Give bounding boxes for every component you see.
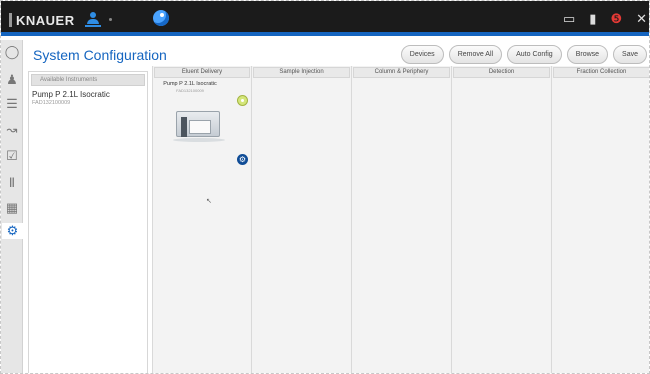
page-title: System Configuration — [33, 47, 167, 63]
left-rail: ◯ ♟ ☰ ↝ ☑ Ⅱ ▦ ⚙ — [1, 40, 23, 373]
monitor-icon[interactable]: ▭ — [563, 12, 575, 26]
report-icon[interactable]: ▦ — [4, 200, 20, 216]
accent-stripe — [1, 32, 649, 36]
device-name: Pump P 2.1L Isocratic — [163, 81, 217, 87]
toolbar: Devices Remove All Auto Config Browse Sa… — [400, 45, 647, 64]
checkbox-icon[interactable]: ☑ — [4, 148, 20, 164]
user-icon[interactable] — [85, 12, 101, 28]
pump-image — [173, 107, 231, 145]
column-drop-area[interactable] — [452, 79, 551, 373]
people-icon[interactable]: ♟ — [4, 72, 20, 88]
instruments-panel: Available Instruments Pump P 2.1L Isocra… — [28, 71, 148, 373]
auto-config-button[interactable]: Auto Config — [507, 45, 562, 64]
column-header: Column & Periphery — [353, 67, 450, 78]
column-header: Sample Injection — [253, 67, 350, 78]
device-settings-icon[interactable]: ⚙ — [237, 154, 248, 165]
home-icon[interactable]: ◯ — [4, 44, 20, 60]
save-button[interactable]: Save — [613, 45, 647, 64]
column-fraction-collection[interactable]: Fraction Collection — [552, 66, 649, 373]
lock-icon[interactable]: ▮ — [589, 12, 596, 26]
column-drop-area[interactable]: Pump P 2.1L Isocratic FAD132100009 ⚙ ↖ — [153, 79, 251, 373]
column-eluent-delivery[interactable]: Eluent Delivery Pump P 2.1L Isocratic FA… — [152, 66, 252, 373]
device-serial: FAD132100009 — [176, 88, 204, 93]
app-logo-icon[interactable] — [153, 10, 169, 26]
column-icon[interactable]: Ⅱ — [4, 175, 20, 191]
column-header: Detection — [453, 67, 550, 78]
devices-button[interactable]: Devices — [400, 45, 444, 64]
column-sample-injection[interactable]: Sample Injection — [252, 66, 352, 373]
column-header: Eluent Delivery — [154, 67, 250, 78]
column-drop-area[interactable] — [252, 79, 351, 373]
list-item[interactable]: Pump P 2.1L Isocratic FAD132100009 — [29, 88, 147, 106]
instrument-serial: FAD132100009 — [32, 100, 71, 106]
app-window: KNAUER ▭ ▮ ❺ ✕ ◯ ♟ ☰ ↝ ☑ Ⅱ ▦ ⚙ System Co… — [0, 0, 650, 374]
close-icon[interactable]: ✕ — [636, 12, 647, 26]
module-columns: Eluent Delivery Pump P 2.1L Isocratic FA… — [152, 66, 649, 373]
sequence-icon[interactable]: ☰ — [4, 96, 20, 112]
top-right-icons: ▭ ▮ ❺ ✕ — [563, 12, 647, 26]
network-icon[interactable]: ❺ — [610, 12, 622, 26]
instruments-heading: Available Instruments — [31, 74, 145, 86]
chart-icon[interactable]: ↝ — [4, 122, 20, 138]
mouse-cursor-icon: ↖ — [206, 198, 212, 205]
brand-logo: KNAUER — [16, 13, 75, 28]
column-drop-area[interactable] — [552, 79, 649, 373]
column-header: Fraction Collection — [553, 67, 649, 78]
column-column-periphery[interactable]: Column & Periphery — [352, 66, 452, 373]
logo-mark — [9, 13, 12, 27]
add-device-button[interactable] — [237, 95, 248, 106]
gear-icon[interactable]: ⚙ — [2, 223, 23, 239]
column-detection[interactable]: Detection — [452, 66, 552, 373]
remove-all-button[interactable]: Remove All — [448, 45, 503, 64]
user-menu-dot[interactable] — [109, 18, 112, 21]
instrument-name: Pump P 2.1L Isocratic — [32, 90, 110, 99]
top-bar: KNAUER ▭ ▮ ❺ ✕ — [1, 1, 649, 36]
column-drop-area[interactable] — [352, 79, 451, 373]
browse-button[interactable]: Browse — [566, 45, 609, 64]
